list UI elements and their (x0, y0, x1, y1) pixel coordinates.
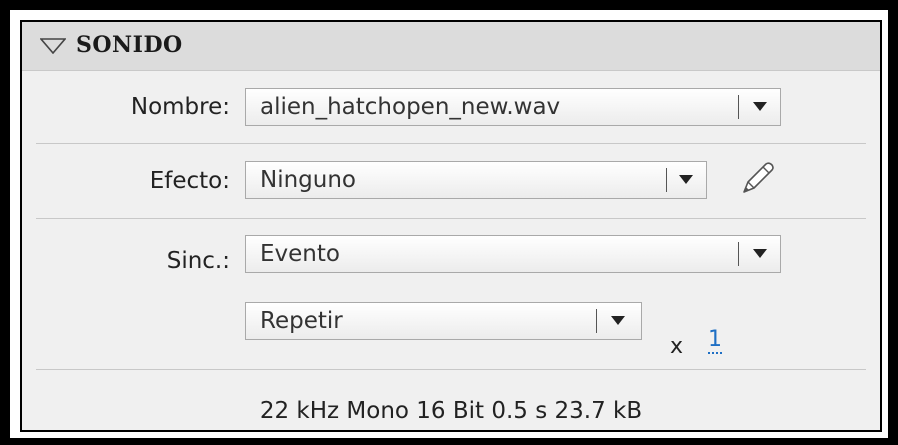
sound-properties-panel: SONIDO Nombre: alien_hatchopen_new.wav E… (20, 20, 882, 432)
repeat-count[interactable]: 1 (708, 328, 722, 354)
repeat-dropdown-value: Repetir (260, 308, 343, 334)
divider (36, 143, 866, 144)
divider (36, 369, 866, 370)
repeat-times-label: x (670, 334, 684, 359)
repeat-dropdown[interactable]: Repetir (245, 302, 642, 340)
chevron-down-icon[interactable] (753, 249, 767, 258)
effect-dropdown-value: Ninguno (260, 167, 356, 193)
name-dropdown-value: alien_hatchopen_new.wav (260, 94, 561, 120)
section-header[interactable]: SONIDO (22, 22, 880, 71)
dropdown-separator (738, 95, 739, 119)
pencil-icon[interactable] (736, 158, 778, 200)
collapse-triangle-icon[interactable] (40, 38, 66, 54)
chevron-down-icon[interactable] (611, 316, 625, 325)
sync-label: Sinc.: (166, 248, 230, 274)
dropdown-separator (596, 309, 597, 333)
name-dropdown[interactable]: alien_hatchopen_new.wav (245, 88, 781, 126)
sync-dropdown-value: Evento (260, 241, 340, 267)
section-title: SONIDO (76, 32, 183, 58)
effect-label: Efecto: (149, 168, 230, 194)
sync-dropdown[interactable]: Evento (245, 235, 781, 273)
sound-info-text: 22 kHz Mono 16 Bit 0.5 s 23.7 kB (259, 398, 643, 424)
chevron-down-icon[interactable] (753, 102, 767, 111)
effect-dropdown[interactable]: Ninguno (245, 161, 707, 199)
dropdown-separator (666, 168, 667, 192)
divider (36, 218, 866, 219)
name-label: Nombre: (130, 94, 230, 120)
chevron-down-icon[interactable] (679, 175, 693, 184)
dropdown-separator (738, 242, 739, 266)
